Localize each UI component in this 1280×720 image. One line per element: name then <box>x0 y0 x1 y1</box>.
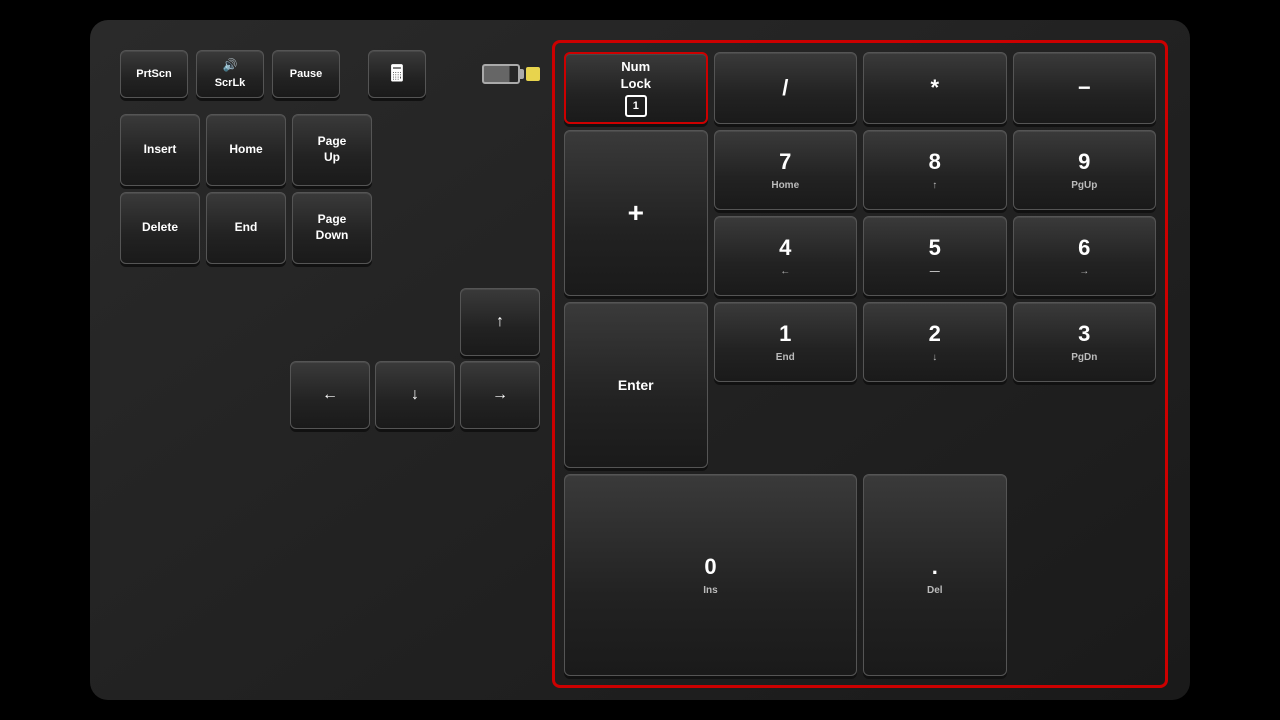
pageup-key[interactable]: PageUp <box>292 114 372 186</box>
keyboard: PrtScn 🔊 ScrLk Pause 🖩 <box>90 20 1190 700</box>
calc-icon: 🖩 <box>390 60 403 89</box>
numpad-8-key[interactable]: 8 ↑ <box>863 130 1007 210</box>
battery-led <box>526 67 540 81</box>
delete-key[interactable]: Delete <box>120 192 200 264</box>
numpad-asterisk-key[interactable]: * <box>863 52 1007 124</box>
numpad-3-key[interactable]: 3 PgDn <box>1013 302 1157 382</box>
numpad-minus-key[interactable]: − <box>1013 52 1157 124</box>
arrow-bottom-row: ← ↓ → <box>290 361 540 429</box>
numpad-2-label: 2 <box>929 320 941 349</box>
numpad-0-sublabel: Ins <box>703 584 717 597</box>
home-key[interactable]: Home <box>206 114 286 186</box>
scrlk-icon: 🔊 <box>223 58 238 74</box>
numpad-6-key[interactable]: 6 → <box>1013 216 1157 296</box>
numpad-dot-label: . <box>932 553 938 582</box>
numpad-enter-key[interactable]: Enter <box>564 302 708 468</box>
home-label: Home <box>229 142 262 158</box>
arrow-up-icon: ↑ <box>496 312 504 333</box>
arrow-right-key[interactable]: → <box>460 361 540 429</box>
end-key[interactable]: End <box>206 192 286 264</box>
pause-label: Pause <box>290 67 322 81</box>
numpad-5-key[interactable]: 5 — <box>863 216 1007 296</box>
numpad-section: NumLock 1 / * − 7 Home 8 <box>560 48 1160 680</box>
pause-key[interactable]: Pause <box>272 50 340 98</box>
numpad-8-sublabel: ↑ <box>932 179 937 192</box>
numpad-1-sublabel: End <box>776 351 795 364</box>
numpad-7-key[interactable]: 7 Home <box>714 130 858 210</box>
numpad-2-key[interactable]: 2 ↓ <box>863 302 1007 382</box>
numpad-3-sublabel: PgDn <box>1071 351 1097 364</box>
numpad-1-label: 1 <box>779 320 791 349</box>
numpad-dot-sublabel: Del <box>927 584 943 597</box>
numpad-minus-label: − <box>1078 74 1091 103</box>
numpad-5-sublabel: — <box>930 265 940 278</box>
battery-icon <box>482 64 520 84</box>
numpad-9-sublabel: PgUp <box>1071 179 1097 192</box>
numpad-enter-label: Enter <box>618 376 654 394</box>
pagedown-key[interactable]: PageDown <box>292 192 372 264</box>
delete-label: Delete <box>142 220 178 236</box>
numpad-slash-label: / <box>782 74 788 103</box>
arrow-down-icon: ↓ <box>411 385 419 406</box>
arrow-up-key[interactable]: ↑ <box>460 288 540 356</box>
prtscn-label: PrtScn <box>136 67 171 81</box>
numpad-6-sublabel: → <box>1079 265 1089 278</box>
arrow-section: ↑ ← ↓ → <box>120 288 540 429</box>
numlock-label: NumLock <box>621 59 651 93</box>
numpad-1-key[interactable]: 1 End <box>714 302 858 382</box>
nav-cluster: Insert Home PageUp Delete End PageDown <box>120 114 540 264</box>
arrow-down-key[interactable]: ↓ <box>375 361 455 429</box>
numpad-9-key[interactable]: 9 PgUp <box>1013 130 1157 210</box>
numpad-4-sublabel: ← <box>780 265 790 278</box>
numpad-6-label: 6 <box>1078 234 1090 263</box>
arrow-left-icon: ← <box>322 385 338 406</box>
numpad-2-sublabel: ↓ <box>932 351 937 364</box>
numpad-4-label: 4 <box>779 234 791 263</box>
numpad-asterisk-label: * <box>930 74 939 103</box>
numpad-7-label: 7 <box>779 148 791 177</box>
numpad-slash-key[interactable]: / <box>714 52 858 124</box>
scrlk-label: ScrLk <box>215 76 246 90</box>
numpad-0-label: 0 <box>704 553 716 582</box>
arrow-right-icon: → <box>492 385 508 406</box>
numpad-7-sublabel: Home <box>771 179 799 192</box>
numpad-5-label: 5 <box>929 234 941 263</box>
arrow-up-row: ↑ <box>460 288 540 356</box>
prtscn-key[interactable]: PrtScn <box>120 50 188 98</box>
numpad-4-key[interactable]: 4 ← <box>714 216 858 296</box>
insert-key[interactable]: Insert <box>120 114 200 186</box>
left-section: PrtScn 🔊 ScrLk Pause 🖩 <box>120 48 540 680</box>
insert-label: Insert <box>144 142 177 158</box>
end-label: End <box>235 220 258 236</box>
numlock-key[interactable]: NumLock 1 <box>564 52 708 124</box>
arrow-left-key[interactable]: ← <box>290 361 370 429</box>
numpad-grid: NumLock 1 / * − 7 Home 8 <box>560 48 1160 680</box>
numlock-indicator: 1 <box>625 95 647 117</box>
top-row: PrtScn 🔊 ScrLk Pause 🖩 <box>120 48 540 100</box>
scrlk-key[interactable]: 🔊 ScrLk <box>196 50 264 98</box>
numpad-0-key[interactable]: 0 Ins <box>564 474 857 676</box>
numpad-plus-key[interactable]: + <box>564 130 708 296</box>
numpad-dot-key[interactable]: . Del <box>863 474 1007 676</box>
numpad-plus-label: + <box>628 195 644 231</box>
numpad-9-label: 9 <box>1078 148 1090 177</box>
battery-area <box>482 64 540 84</box>
calc-key[interactable]: 🖩 <box>368 50 426 98</box>
pagedown-label: PageDown <box>316 212 349 243</box>
numpad-8-label: 8 <box>929 148 941 177</box>
numpad-3-label: 3 <box>1078 320 1090 349</box>
keyboard-layout: PrtScn 🔊 ScrLk Pause 🖩 <box>120 48 1160 680</box>
pageup-label: PageUp <box>318 134 347 165</box>
